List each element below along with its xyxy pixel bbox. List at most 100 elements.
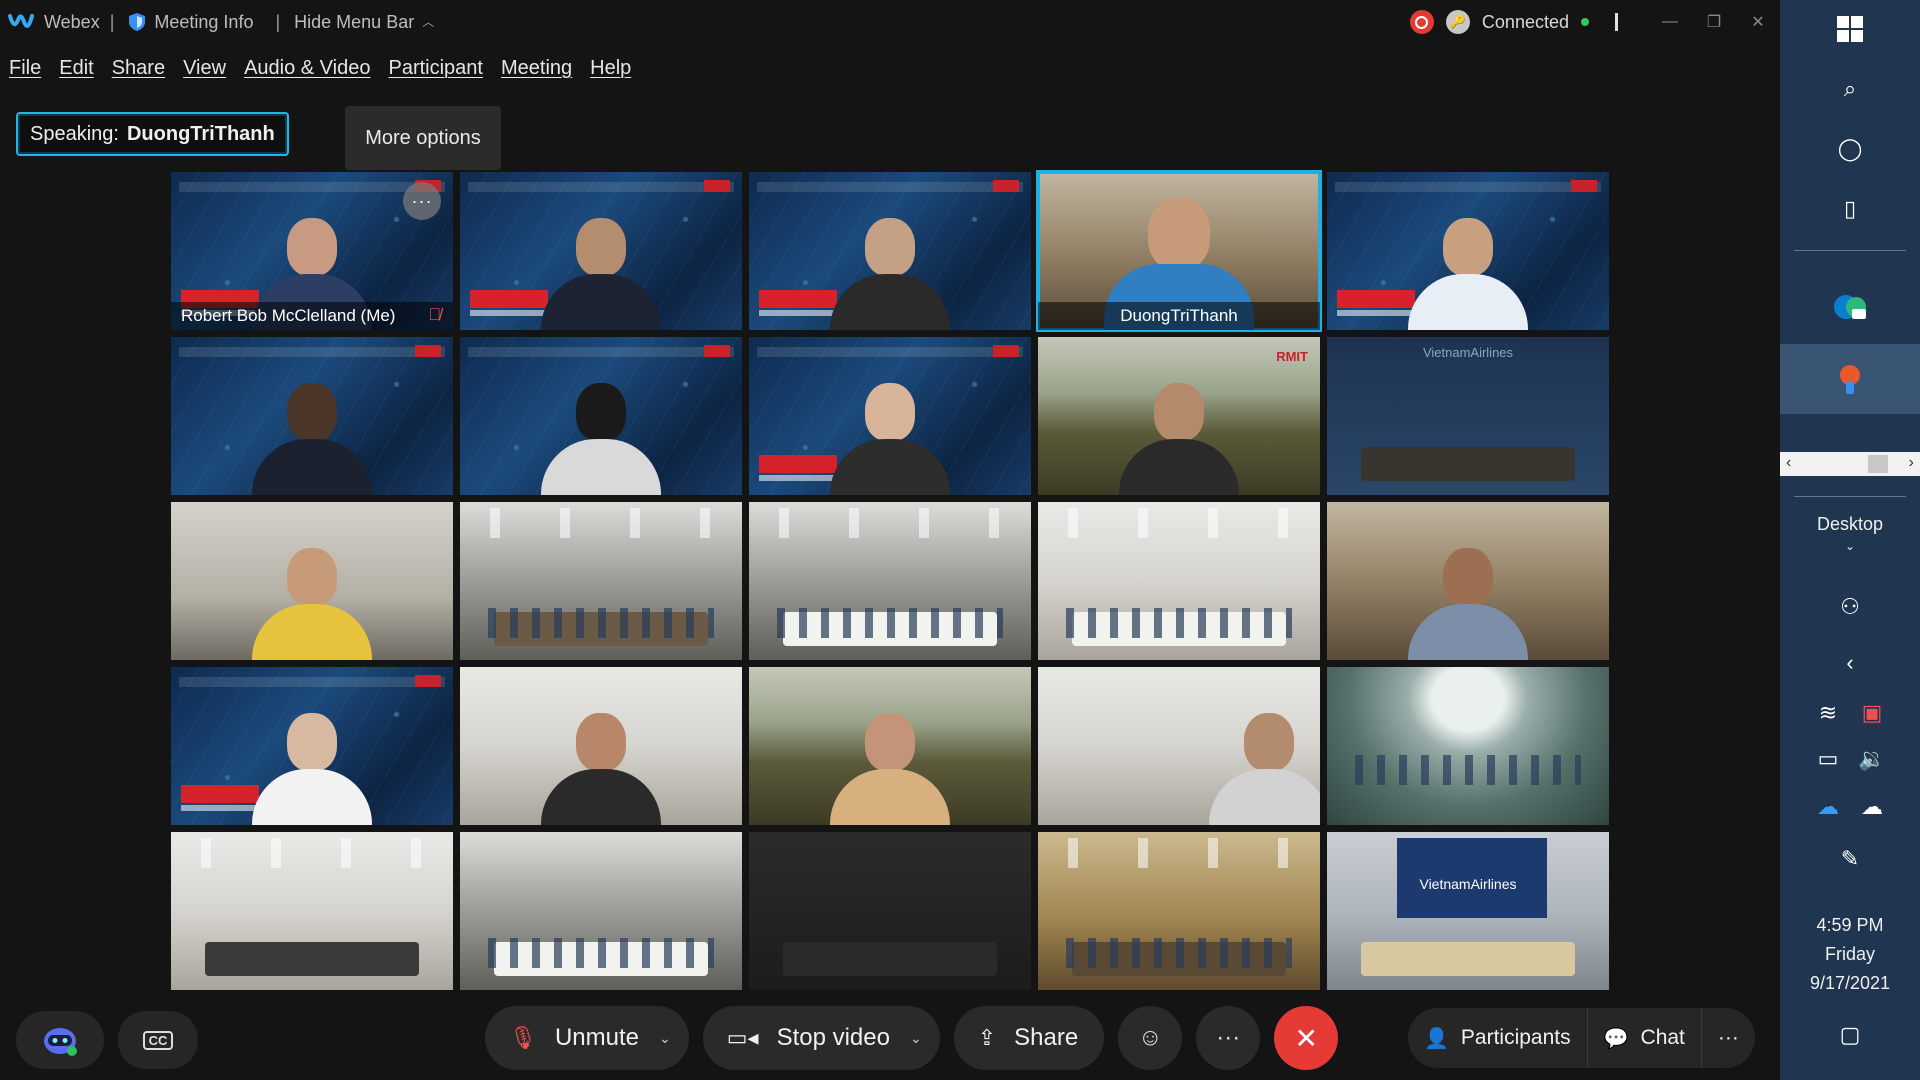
app-name: Webex <box>44 11 100 32</box>
windows-taskbar: ⌕ ◯ ▯ ‹ › Desktop ⌄ ⚇ ‹ ≋ ▣ ▭ 🔉 ☁ ☁ ✎ 4:… <box>1780 0 1920 1080</box>
video-tile[interactable] <box>1327 667 1609 825</box>
panel-controls: 👤 Participants 💬 Chat ··· <box>1408 1008 1755 1068</box>
webex-logo-icon <box>8 14 34 28</box>
connected-indicator-icon <box>1581 18 1589 26</box>
video-tile[interactable] <box>171 667 453 825</box>
more-actions-button[interactable]: ··· <box>1196 1006 1261 1070</box>
volume-icon[interactable]: 🔉 <box>1802 746 1920 772</box>
participant-name: Robert Bob McClelland (Me) <box>171 302 453 330</box>
smiley-icon: ☺ <box>1137 1024 1163 1051</box>
task-view-icon[interactable]: ▯ <box>1780 196 1920 222</box>
menu-share[interactable]: Share <box>112 57 165 80</box>
onedrive-icon[interactable]: ☁ <box>1802 794 1920 820</box>
video-tile[interactable] <box>1327 172 1609 330</box>
video-tile[interactable] <box>749 502 1031 660</box>
video-tile[interactable] <box>749 667 1031 825</box>
video-tile[interactable] <box>460 832 742 990</box>
menu-bar: File Edit Share View Audio & Video Parti… <box>0 52 640 84</box>
menu-file[interactable]: File <box>9 57 41 80</box>
video-tile[interactable] <box>171 337 453 495</box>
video-tile[interactable]: VietnamAirlines <box>1327 337 1609 495</box>
participant-name: DuongTriThanh <box>1038 302 1320 330</box>
active-taskbar-app[interactable] <box>1780 344 1920 414</box>
video-tile[interactable] <box>749 172 1031 330</box>
taskbar-scrollbar[interactable]: ‹ › <box>1780 452 1920 476</box>
video-tile[interactable] <box>460 337 742 495</box>
day-label: Friday <box>1824 944 1875 964</box>
video-tile[interactable] <box>1327 502 1609 660</box>
chat-bubble-icon: 💬 <box>1603 1027 1629 1050</box>
video-tile-active-speaker[interactable]: DuongTriThanh <box>1036 170 1322 332</box>
pen-icon[interactable]: ✎ <box>1780 846 1920 872</box>
video-tile[interactable] <box>460 502 742 660</box>
video-tile[interactable]: VietnamAirlines <box>1327 832 1609 990</box>
search-icon[interactable]: ⌕ <box>1780 76 1920 102</box>
menu-participant[interactable]: Participant <box>388 57 483 80</box>
muted-mic-icon: 🎙̸ <box>428 305 441 324</box>
stop-video-button[interactable]: ▭◂ Stop video ⌄ <box>702 1006 940 1070</box>
share-button[interactable]: ⇪ Share <box>953 1006 1105 1070</box>
recording-icon[interactable] <box>1409 10 1434 34</box>
chevron-left-icon[interactable]: ‹ <box>1786 454 1791 472</box>
action-center-icon[interactable]: ▢ <box>1780 1022 1920 1048</box>
chat-button[interactable]: 💬 Chat <box>1586 1008 1701 1068</box>
desktop-label: Desktop <box>1816 514 1884 534</box>
close-window-button[interactable]: ✕ <box>1736 0 1780 44</box>
reactions-button[interactable]: ☺ <box>1118 1006 1183 1070</box>
video-tile[interactable] <box>1038 832 1320 990</box>
notification-badge-icon[interactable]: ▣ <box>1802 700 1920 726</box>
menu-help[interactable]: Help <box>590 57 631 80</box>
hide-menu-bar-button[interactable]: Hide Menu Bar ︿ <box>294 12 434 33</box>
desktop-button[interactable]: Desktop ⌄ <box>1780 514 1920 553</box>
leave-meeting-button[interactable]: ✕ <box>1274 1006 1339 1070</box>
video-tile[interactable]: RMIT <box>1038 337 1320 495</box>
unmute-button[interactable]: 🎙 Unmute ⌄ <box>485 1006 689 1070</box>
video-tile[interactable] <box>171 502 453 660</box>
video-tile[interactable] <box>749 337 1031 495</box>
assistant-bot-icon <box>44 1028 77 1056</box>
video-tile-me[interactable]: ··· Robert Bob McClelland (Me) 🎙̸ <box>171 172 453 330</box>
stop-video-label: Stop video <box>776 1024 890 1051</box>
hide-menu-bar-label: Hide Menu Bar <box>294 11 415 32</box>
menu-view[interactable]: View <box>183 57 226 80</box>
speaking-label: Speaking: <box>30 122 119 145</box>
chevron-down-icon[interactable]: ⌄ <box>659 1030 671 1047</box>
more-panels-button[interactable]: ··· <box>1700 1008 1755 1068</box>
assistant-button[interactable] <box>16 1011 104 1069</box>
share-icon: ⇪ <box>977 1025 997 1050</box>
windows-start-icon[interactable] <box>1780 16 1920 42</box>
video-tile[interactable] <box>1038 667 1320 825</box>
closed-captions-button[interactable]: CC <box>118 1011 198 1069</box>
menu-audio-video[interactable]: Audio & Video <box>244 57 370 80</box>
video-tile[interactable] <box>460 172 742 330</box>
chevron-up-icon: ︿ <box>422 14 435 29</box>
more-options-button[interactable]: ··· <box>403 182 441 220</box>
video-tile[interactable] <box>1038 502 1320 660</box>
chevron-down-icon[interactable]: ⌄ <box>910 1030 922 1047</box>
video-camera-icon: ▭◂ <box>726 1025 759 1050</box>
person-icon: 👤 <box>1424 1027 1449 1050</box>
video-tile[interactable] <box>171 832 453 990</box>
webex-window: Webex | Meeting Info | Hide Menu Bar ︿ 🔑… <box>0 0 1780 1080</box>
webex-taskbar-app[interactable] <box>1780 272 1920 342</box>
video-tile[interactable] <box>460 667 742 825</box>
minimize-button[interactable]: — <box>1648 0 1692 44</box>
meeting-info-button[interactable]: Meeting Info <box>128 12 253 33</box>
participants-label: Participants <box>1460 1026 1571 1049</box>
chevron-left-icon[interactable]: ‹ <box>1780 650 1920 676</box>
video-tile[interactable] <box>749 832 1031 990</box>
participants-button[interactable]: 👤 Participants <box>1408 1008 1587 1068</box>
vietnam-airlines-logo: VietnamAirlines <box>1422 345 1514 360</box>
restore-button[interactable]: ❐ <box>1692 0 1736 44</box>
more-options-tooltip: More options <box>345 106 501 170</box>
chevron-right-icon[interactable]: › <box>1909 454 1914 472</box>
share-label: Share <box>1014 1024 1079 1051</box>
close-icon: ✕ <box>1294 1022 1318 1054</box>
cortana-icon[interactable]: ◯ <box>1780 136 1920 162</box>
people-icon[interactable]: ⚇ <box>1780 594 1920 620</box>
clock[interactable]: 4:59 PM Friday 9/17/2021 <box>1780 911 1920 998</box>
cc-icon: CC <box>142 1030 174 1050</box>
menu-edit[interactable]: Edit <box>59 57 93 80</box>
menu-meeting[interactable]: Meeting <box>501 57 572 80</box>
lock-icon[interactable]: 🔑 <box>1445 10 1470 34</box>
